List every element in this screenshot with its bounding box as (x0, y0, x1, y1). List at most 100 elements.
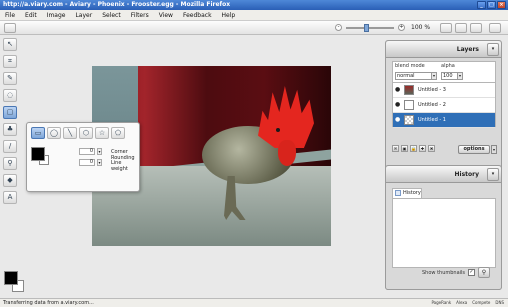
blend-settings: blend mode alpha normal ▾ 100 ▾ (392, 61, 496, 83)
menu-feedback[interactable]: Feedback (178, 12, 217, 19)
history-panel-header: History ▾ (386, 166, 501, 183)
layers-title: Layers (456, 46, 479, 53)
menu-image[interactable]: Image (42, 12, 71, 19)
image-eye (276, 128, 280, 132)
lasso-tool[interactable]: ◌ (3, 89, 17, 102)
layer-row[interactable]: ● Untitled - 2 (393, 98, 495, 113)
line-icon[interactable]: ╲ (63, 127, 77, 139)
pencil-tool[interactable]: ✎ (3, 72, 17, 85)
layer-name: Untitled - 3 (418, 87, 446, 93)
brush-tool[interactable]: / (3, 140, 17, 153)
alexa-label[interactable]: Alexa (456, 300, 467, 305)
delete-layer-icon[interactable]: ✖ (428, 145, 435, 152)
window-title: http://a.viary.com - Aviary - Phoenix - … (3, 1, 231, 8)
polygon-icon[interactable]: ⬡ (79, 127, 93, 139)
rectangle-icon[interactable]: ▭ (31, 127, 45, 139)
zoom-value: 100 % (411, 24, 431, 31)
move-tool[interactable]: ↖ (3, 38, 17, 51)
menu-layer[interactable]: Layer (70, 12, 97, 19)
options-dropdown-icon[interactable]: ▾ (491, 145, 497, 154)
layer-name: Untitled - 1 (418, 117, 446, 123)
corner-rounding-stepper[interactable]: ▾ (97, 148, 102, 155)
crop-tool[interactable]: ⌗ (3, 55, 17, 68)
options-button[interactable]: options (458, 145, 490, 154)
foreground-color-swatch[interactable] (4, 271, 18, 285)
show-thumbnails-checkbox[interactable]: ✓ (468, 269, 475, 276)
history-panel: History ▾ History Show thumbnails ✓ ⚲ (385, 165, 502, 290)
chevron-down-icon: ▾ (431, 73, 436, 79)
dns-label[interactable]: DNS (495, 300, 504, 305)
new-layer-icon[interactable]: ✉ (392, 145, 399, 152)
custom-shape-icon[interactable]: ⬠ (111, 127, 125, 139)
eye-icon[interactable]: ● (395, 102, 401, 108)
menu-edit[interactable]: Edit (20, 12, 42, 19)
bucket-tool[interactable]: ◆ (3, 174, 17, 187)
history-tab[interactable]: History (392, 188, 422, 198)
alpha-value: 100 (443, 73, 453, 79)
compete-label[interactable]: Compete (472, 300, 490, 305)
zoom-slider[interactable] (346, 23, 394, 32)
layer-list: ● Untitled - 3 ● Untitled - 2 ● Untitled… (392, 82, 496, 128)
blend-mode-select[interactable]: normal ▾ (395, 72, 437, 80)
layer-row[interactable]: ● Untitled - 3 (393, 83, 495, 98)
zoom-in-button[interactable]: + (398, 24, 405, 31)
close-button[interactable]: × (497, 1, 506, 9)
history-menu-button[interactable]: ▾ (487, 168, 499, 181)
shape-fill-swatch[interactable] (31, 147, 45, 161)
maximize-button[interactable]: □ (487, 1, 496, 9)
eye-icon[interactable]: ● (395, 117, 401, 123)
menu-select[interactable]: Select (97, 12, 126, 19)
chevron-down-icon: ▾ (457, 73, 462, 79)
text-tool[interactable]: A (3, 191, 17, 204)
layers-panel-header: Layers ▾ (386, 41, 501, 58)
pagerank-label[interactable]: PageRank (431, 300, 451, 305)
actual-size-icon[interactable] (455, 23, 467, 33)
home-icon[interactable] (4, 23, 16, 33)
history-title: History (454, 171, 479, 178)
line-weight-stepper[interactable]: ▾ (97, 159, 102, 166)
stamp-tool[interactable]: ♣ (3, 123, 17, 136)
line-weight-label: Line weight (111, 160, 128, 172)
lock-icon[interactable]: 🔒 (410, 145, 417, 152)
clear-history-icon[interactable]: ⚲ (478, 267, 490, 278)
menu-bar: File Edit Image Layer Select Filters Vie… (0, 10, 508, 21)
minimize-button[interactable]: _ (477, 1, 486, 9)
tools-palette: ↖ ⌗ ✎ ◌ ▢ ♣ / ⚲ ◆ A (3, 38, 19, 208)
corner-rounding-input[interactable]: 0 (79, 148, 95, 155)
image-rooster-wattle (278, 140, 296, 166)
shape-options-panel: ▭ ◯ ╲ ⬡ ☆ ⬠ 0 ▾ Corner Rounding 0 ▾ Line… (26, 122, 140, 192)
help-icon[interactable] (489, 23, 501, 33)
layer-name: Untitled - 2 (418, 102, 446, 108)
show-thumbnails-label: Show thumbnails (422, 270, 466, 276)
layer-thumbnail (404, 85, 414, 95)
shape-tool[interactable]: ▢ (3, 106, 17, 119)
status-addons: PageRank Alexa Compete DNS (431, 300, 504, 305)
zoom-out-button[interactable]: - (335, 24, 342, 31)
window-titlebar: http://a.viary.com - Aviary - Phoenix - … (0, 0, 508, 10)
layer-row-selected[interactable]: ● Untitled - 1 (393, 113, 495, 128)
top-toolbar: - + 100 % (0, 21, 508, 35)
history-icon (395, 190, 401, 196)
menu-file[interactable]: File (0, 12, 20, 19)
eye-icon[interactable]: ● (395, 87, 401, 93)
menu-view[interactable]: View (154, 12, 178, 19)
menu-help[interactable]: Help (217, 12, 241, 19)
image-rooster-comb (258, 86, 314, 148)
star-icon[interactable]: ☆ (95, 127, 109, 139)
duplicate-layer-icon[interactable]: ▣ (401, 145, 408, 152)
ellipse-icon[interactable]: ◯ (47, 127, 61, 139)
add-icon[interactable]: ✚ (419, 145, 426, 152)
status-text: Transferring data from a.viary.com... (3, 300, 94, 306)
fullscreen-icon[interactable] (470, 23, 482, 33)
fit-screen-icon[interactable] (440, 23, 452, 33)
status-bar: Transferring data from a.viary.com... Pa… (0, 298, 508, 307)
line-weight-input[interactable]: 0 (79, 159, 95, 166)
zoom-slider-handle[interactable] (364, 23, 369, 32)
menu-filters[interactable]: Filters (126, 12, 154, 19)
eyedropper-tool[interactable]: ⚲ (3, 157, 17, 170)
layers-menu-button[interactable]: ▾ (487, 43, 499, 56)
layer-thumbnail (404, 115, 414, 125)
line-weight-control: 0 ▾ (79, 159, 102, 166)
history-list[interactable] (392, 198, 496, 268)
alpha-select[interactable]: 100 ▾ (441, 72, 463, 80)
